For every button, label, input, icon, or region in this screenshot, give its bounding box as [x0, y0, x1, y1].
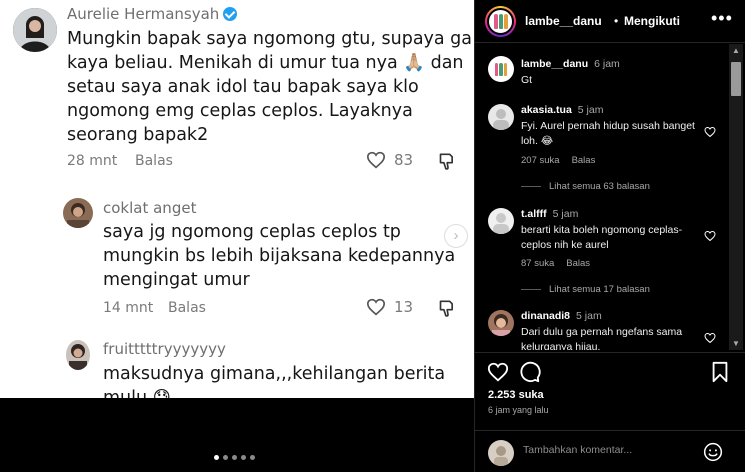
comment-text: Fyi. Aurel pernah hidup susah banget loh…: [521, 120, 695, 147]
comment-likes[interactable]: 87 suka: [521, 258, 554, 269]
carousel-dot: [232, 455, 237, 460]
caption-time: 6 jam: [594, 58, 620, 70]
heart-icon: [366, 298, 386, 316]
reply-link[interactable]: Balas: [572, 155, 596, 166]
header-separator: •: [614, 14, 619, 28]
post-timestamp: 6 jam yang lalu: [488, 405, 549, 415]
like-count[interactable]: 2.253 suka: [488, 389, 544, 401]
comments-list[interactable]: lambe__danu 6 jam Gt akasia.tua 5 jam Fyi.…: [475, 44, 737, 350]
avatar[interactable]: [488, 56, 514, 82]
post-header: lambe__danu • Mengikuti •••: [475, 0, 745, 43]
comment-username[interactable]: t.alfff: [521, 208, 547, 220]
comment-username[interactable]: dinanadi8: [521, 310, 570, 322]
heart-icon: [366, 151, 386, 169]
comment-time: 5 jam: [576, 310, 602, 322]
tiktok-comments-screenshot: Aurelie Hermansyah Mungkin bapak saya ng…: [0, 0, 474, 398]
commenter-name: fruitttttryyyyyyy: [103, 340, 226, 358]
emoji-icon[interactable]: [703, 442, 723, 462]
heart-icon[interactable]: [704, 230, 716, 242]
reply-link[interactable]: Balas: [566, 258, 590, 269]
heart-icon[interactable]: [487, 361, 509, 383]
header-username[interactable]: lambe__danu: [525, 14, 602, 28]
post-media[interactable]: Aurelie Hermansyah Mungkin bapak saya ng…: [0, 0, 474, 472]
follow-status-button[interactable]: Mengikuti: [624, 14, 680, 28]
avatar[interactable]: [488, 104, 514, 130]
comment-username[interactable]: akasia.tua: [521, 104, 572, 116]
comment-input[interactable]: [523, 444, 693, 456]
reply-link: Balas: [135, 153, 173, 169]
next-slide-button[interactable]: ›: [444, 224, 468, 248]
post-sidebar: lambe__danu • Mengikuti ••• lambe__danu 6…: [474, 0, 745, 472]
heart-icon[interactable]: [704, 126, 716, 138]
list-item: dinanadi8 5 jam Dari dulu ga pernah ngefa…: [475, 310, 727, 350]
commenter-avatar: [13, 8, 57, 52]
commenter-avatar: [63, 198, 93, 228]
caption-username[interactable]: lambe__danu: [521, 58, 588, 70]
bookmark-icon[interactable]: [709, 361, 731, 383]
scroll-up-icon[interactable]: ▲: [732, 46, 740, 55]
commenter-avatar: [66, 340, 90, 370]
comment-text: Mungkin bapak saya ngomong gtu, supaya g…: [67, 29, 473, 145]
heart-icon[interactable]: [704, 332, 716, 344]
comment-likes: 13: [366, 298, 413, 316]
carousel-dot: [241, 455, 246, 460]
commenter-name: coklat anget: [103, 199, 197, 217]
view-replies-link[interactable]: Lihat semua 17 balasan: [521, 284, 650, 295]
profile-avatar[interactable]: [485, 6, 516, 37]
comment-likes: 83: [366, 151, 413, 169]
scroll-down-icon[interactable]: ▼: [732, 339, 740, 348]
reply-link: Balas: [168, 300, 206, 316]
carousel-dot: [214, 455, 219, 460]
chevron-right-icon: ›: [453, 227, 459, 244]
view-replies-link[interactable]: Lihat semua 63 balasan: [521, 181, 650, 192]
carousel-dot: [223, 455, 228, 460]
avatar[interactable]: [488, 208, 514, 234]
caption-text: Gt: [521, 74, 533, 86]
comments-scrollbar[interactable]: ▲ ▼: [729, 44, 743, 350]
comment-time: 5 jam: [552, 208, 579, 220]
comment-text: berarti kita boleh ngomong ceplas-ceplos…: [521, 224, 683, 251]
comment-icon[interactable]: [519, 361, 541, 383]
thumbs-down-icon: [439, 153, 453, 170]
comment-time: 14 mnt: [103, 300, 154, 316]
avatar: [488, 440, 514, 466]
verified-icon: [223, 7, 238, 21]
thumbs-down-icon: [439, 300, 453, 317]
list-item: t.alfff 5 jam berarti kita boleh ngomong …: [475, 208, 727, 298]
comment-text: Dari dulu ga pernah ngefans sama kelurga…: [521, 326, 683, 350]
carousel-dot: [250, 455, 255, 460]
caption: lambe__danu 6 jam Gt: [475, 56, 727, 92]
carousel-indicator: [214, 455, 255, 460]
avatar[interactable]: [488, 310, 514, 336]
comment-time: 28 mnt: [67, 153, 118, 169]
scrollbar-thumb[interactable]: [731, 62, 741, 96]
comment-time: 5 jam: [577, 104, 604, 116]
comment-composer: [475, 430, 745, 472]
commenter-name: Aurelie Hermansyah: [67, 5, 238, 23]
list-item: akasia.tua 5 jam Fyi. Aurel pernah hidup …: [475, 104, 727, 194]
more-icon[interactable]: •••: [711, 8, 733, 29]
comment-text: saya jg ngomong ceplas ceplos tp mungkin…: [103, 222, 456, 290]
comment-text: maksudnya gimana,,,kehilangan berita mul…: [103, 364, 446, 398]
comment-likes[interactable]: 207 suka: [521, 155, 560, 166]
